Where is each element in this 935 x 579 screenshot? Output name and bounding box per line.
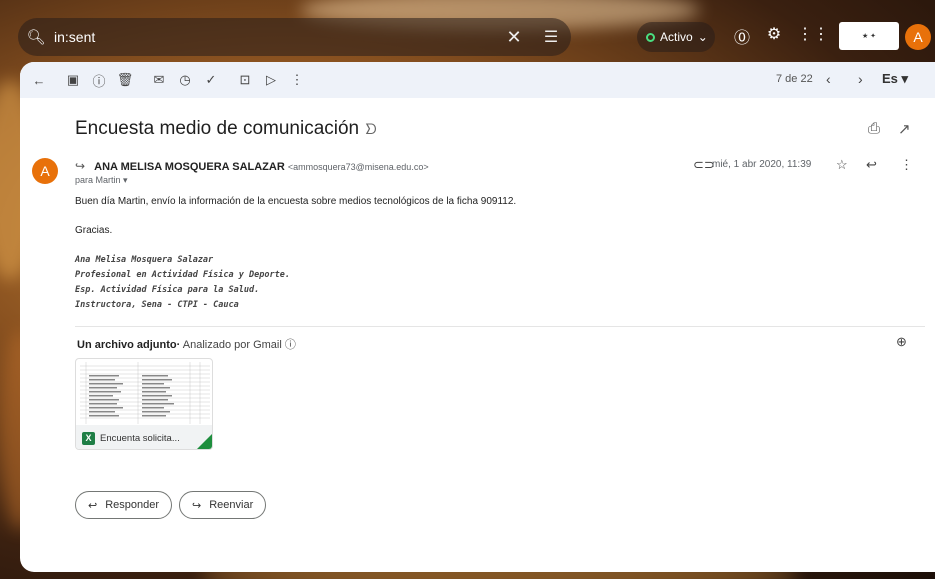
forward-arrow-icon: ↪: [192, 499, 202, 512]
signature-line: Esp. Actividad Física para la Salud.: [75, 285, 260, 295]
label-icon[interactable]: ▷: [258, 72, 284, 88]
delete-icon[interactable]: 🗑︎: [112, 72, 138, 88]
settings-icon[interactable]: ⚙: [762, 24, 786, 44]
clear-search-icon[interactable]: ✕: [497, 27, 531, 48]
forward-icon: ↪: [75, 159, 86, 173]
older-chevron-icon[interactable]: ›: [858, 71, 863, 87]
top-bar: 🔍︎ in:sent ✕ ☰ Activo ⌄ ⓪ ⚙ ⋮⋮ ★ ✦ A: [0, 0, 935, 62]
newer-chevron-icon[interactable]: ‹: [826, 71, 831, 87]
important-label-icon[interactable]: ᗤ: [365, 121, 377, 137]
sender-avatar: A: [32, 158, 58, 184]
email-greeting: Buen día Martin, envío la información de…: [75, 196, 517, 207]
reply-label: Responder: [105, 499, 160, 511]
mark-unread-icon[interactable]: ✉: [146, 72, 172, 88]
report-spam-icon[interactable]: ⓘ: [86, 71, 112, 90]
search-options-icon[interactable]: ☰: [531, 27, 571, 47]
email-thanks: Gracias.: [75, 225, 113, 236]
apps-grid-icon[interactable]: ⋮⋮: [797, 24, 829, 44]
search-icon[interactable]: 🔍︎: [18, 28, 54, 46]
forward-label: Reenviar: [209, 499, 254, 511]
input-language-button[interactable]: Es ▾: [882, 71, 908, 87]
status-button[interactable]: Activo ⌄: [637, 22, 715, 52]
organization-logo[interactable]: ★ ✦: [839, 22, 899, 50]
signature-line: Profesional en Actividad Física y Deport…: [75, 270, 290, 280]
sender-line: ↪ ANA MELISA MOSQUERA SALAZAR <ammosquer…: [75, 159, 429, 173]
subject-text: Encuesta medio de comunicación: [75, 118, 360, 139]
reply-button[interactable]: ↩ Responder: [75, 491, 173, 519]
pager-text: 7 de 22: [776, 73, 813, 85]
email-date: mié, 1 abr 2020, 11:39: [712, 159, 812, 170]
file-corner-fold: [197, 434, 212, 449]
sender-name[interactable]: ANA MELISA MOSQUERA SALAZAR: [94, 161, 285, 173]
signature-line: Ana Melisa Mosquera Salazar: [75, 255, 214, 265]
attachment-card[interactable]: X Encuenta solicita...: [75, 358, 213, 450]
more-options-icon[interactable]: ⋮: [284, 72, 310, 88]
email-subject: Encuesta medio de comunicación ᗤ: [75, 118, 377, 140]
search-bar[interactable]: 🔍︎ in:sent ✕ ☰: [18, 18, 571, 56]
move-to-icon[interactable]: ⊡: [232, 72, 258, 88]
chevron-down-icon: ⌄: [697, 30, 708, 44]
attachment-file-name: Encuenta solicita...: [100, 432, 180, 444]
back-arrow-icon[interactable]: ←: [26, 73, 52, 88]
print-icon[interactable]: ⎙: [868, 120, 880, 137]
recipient-text: para Martin: [75, 175, 121, 185]
status-label: Activo: [660, 30, 693, 44]
signature-line: Instructora, Sena - CTPI - Cauca: [75, 300, 239, 310]
reply-icon[interactable]: ↩: [866, 157, 877, 173]
search-input[interactable]: in:sent: [54, 29, 497, 45]
attachment-divider: [75, 326, 925, 327]
attachments-header: Un archivo adjunto· Analizado por Gmail …: [77, 339, 296, 351]
excel-file-icon: X: [82, 431, 95, 445]
sender-email: <ammosquera73@misena.edu.co>: [287, 162, 429, 172]
reply-arrow-icon: ↩: [88, 499, 98, 512]
status-dot-icon: [646, 32, 655, 42]
more-vert-icon[interactable]: ⋮: [900, 157, 913, 173]
account-avatar[interactable]: A: [905, 24, 931, 50]
input-language-label: Es: [882, 71, 898, 86]
open-new-window-icon[interactable]: ↗: [898, 120, 911, 138]
star-icon[interactable]: ☆: [836, 157, 848, 173]
attachment-footer: X Encuenta solicita...: [76, 425, 212, 449]
help-icon[interactable]: ⓪: [730, 24, 754, 48]
add-to-drive-icon[interactable]: ⊕: [896, 334, 907, 350]
attachments-title: Un archivo adjunto: [77, 339, 177, 351]
snooze-icon[interactable]: ◷: [172, 72, 198, 88]
add-task-icon[interactable]: ✓: [198, 72, 224, 88]
archive-icon[interactable]: ▣: [60, 72, 86, 88]
scan-status: Analizado por Gmail: [182, 339, 282, 351]
forward-button[interactable]: ↪ Reenviar: [179, 491, 267, 519]
info-icon[interactable]: ⓘ: [285, 339, 296, 351]
spreadsheet-preview: [80, 362, 210, 424]
recipient-line[interactable]: para Martin ▾: [75, 175, 128, 186]
email-panel: ← ▣ ⓘ 🗑︎ ✉ ◷ ✓ ⊡ ▷ ⋮ 7 de 22 ‹ › Es ▾ En…: [20, 62, 935, 572]
